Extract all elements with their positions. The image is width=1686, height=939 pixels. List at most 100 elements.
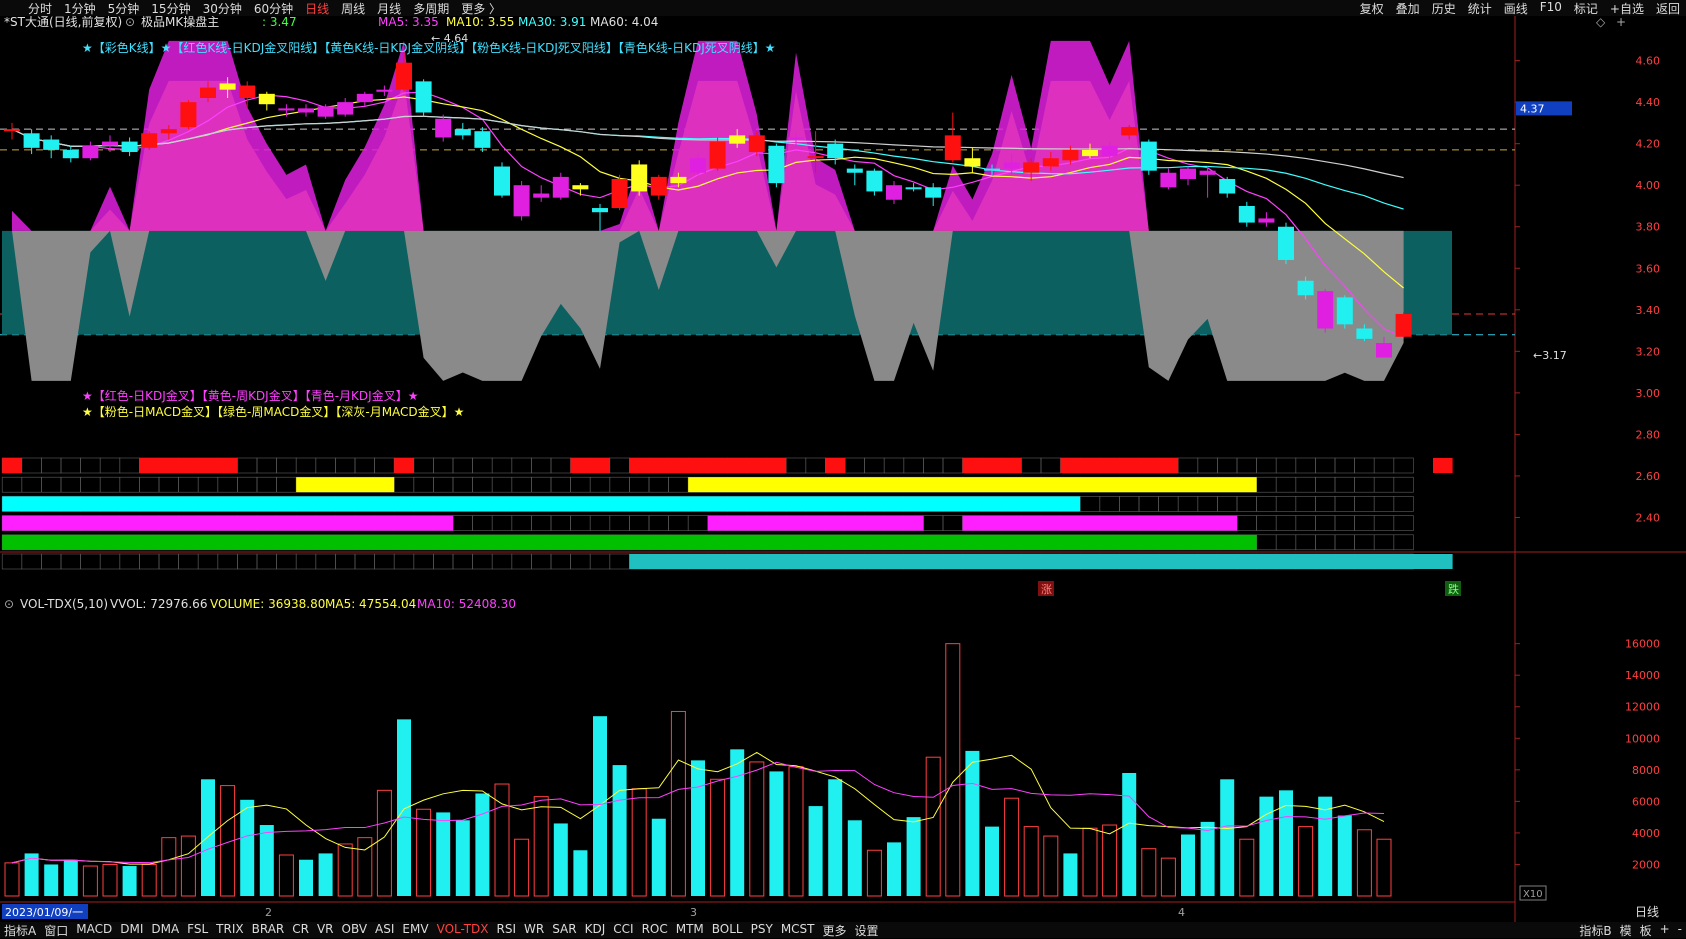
toolbar-button-3[interactable]: 统计 <box>1462 0 1498 17</box>
toolbar-button-1[interactable]: 叠加 <box>1390 0 1426 17</box>
candle <box>415 79 432 117</box>
macd-legend: ★【粉色-日MACD金叉】【绿色-周MACD金叉】【深灰-月MACD金叉】★ <box>82 404 464 419</box>
indicator-tab-12[interactable]: EMV <box>398 922 432 939</box>
signal-run <box>394 458 414 473</box>
bottom-button-2[interactable]: 板 <box>1636 922 1656 939</box>
indicator-value: : 3.47 <box>262 16 297 29</box>
bottom-button-4[interactable]: - <box>1674 922 1686 939</box>
candle <box>513 181 530 221</box>
indicator-tabbar: 指标A 窗口 MACD DMI DMA FSL TRIX BRAR CR VR OBV ASI EMV V… <box>0 922 1686 938</box>
indicator-tab-2[interactable]: MACD <box>72 922 116 939</box>
signal-run <box>1433 458 1453 473</box>
indicator-tab-24[interactable]: 更多 <box>819 922 851 939</box>
indicator-tab-0[interactable]: 指标A <box>0 922 40 939</box>
indicator-tab-22[interactable]: PSY <box>747 922 777 939</box>
indicator-tab-5[interactable]: FSL <box>183 922 212 939</box>
bottom-button-0[interactable]: 指标B <box>1575 922 1615 939</box>
candle-body <box>1160 172 1177 188</box>
signal-run <box>707 515 924 531</box>
indicator-tab-10[interactable]: OBV <box>338 922 372 939</box>
candle-body <box>964 158 981 167</box>
candle-body <box>278 108 295 111</box>
period-tab-8[interactable]: 月线 <box>371 0 407 17</box>
toolbar-button-5[interactable]: F10 <box>1534 0 1568 17</box>
indicator-tab-21[interactable]: BOLL <box>708 922 747 939</box>
toolbar-button-4[interactable]: 画线 <box>1498 0 1534 17</box>
period-tab-7[interactable]: 周线 <box>335 0 371 17</box>
price-label: 3.00 <box>1636 387 1661 400</box>
candle-body <box>1199 170 1216 175</box>
signal-row-4 <box>1 534 1414 551</box>
candle-body <box>435 118 452 138</box>
low-annotation: ←3.17 <box>1533 349 1567 362</box>
volume-bar <box>906 817 921 896</box>
price-label: 4.00 <box>1636 179 1661 192</box>
period-tab-5[interactable]: 60分钟 <box>248 0 299 17</box>
toolbar-button-6[interactable]: 标记 <box>1568 0 1604 17</box>
candle-body <box>141 133 158 148</box>
bottom-button-3[interactable]: + <box>1656 922 1674 939</box>
indicator-tab-20[interactable]: MTM <box>672 922 708 939</box>
volume-bar <box>455 820 470 896</box>
indicator-tab-19[interactable]: ROC <box>638 922 672 939</box>
indicator-tab-9[interactable]: VR <box>313 922 338 939</box>
period-tab-2[interactable]: 5分钟 <box>102 0 146 17</box>
indicator-tab-4[interactable]: DMA <box>147 922 183 939</box>
ma-label-1: MA10: 3.55 <box>446 16 514 29</box>
candle-body <box>1297 280 1314 296</box>
candle-body <box>729 135 746 144</box>
indicator-tab-16[interactable]: SAR <box>548 922 580 939</box>
indicator-tab-1[interactable]: 窗口 <box>40 922 72 939</box>
candle-body <box>1219 178 1236 194</box>
signal-run <box>570 458 610 473</box>
period-tab-6[interactable]: 日线 <box>299 0 335 17</box>
indicator-tab-23[interactable]: MCST <box>777 922 819 939</box>
period-tab-4[interactable]: 30分钟 <box>197 0 248 17</box>
period-toolbar: 分时 1分钟 5分钟 15分钟 30分钟 60分钟 日线 周线 月线 多周期 更多 〉 复权 叠加 历史… <box>0 0 1686 16</box>
toolbar-button-8[interactable]: 返回 <box>1650 0 1686 17</box>
indicator-tab-7[interactable]: BRAR <box>248 922 289 939</box>
candle-body <box>62 149 79 159</box>
period-tab-10[interactable]: 更多 〉 <box>455 0 507 17</box>
candle-body <box>788 137 804 140</box>
candle-body <box>1140 141 1157 171</box>
indicator-tab-13[interactable]: VOL-TDX <box>433 922 493 939</box>
candle-body <box>984 168 1000 171</box>
indicator-tab-14[interactable]: RSI <box>493 922 521 939</box>
chart-svg[interactable]: *ST大通(日线,前复权) ⊙ 极品MK操盘主: 3.47 MA5: 3.35 MA10… <box>0 14 1686 922</box>
signal-run <box>962 515 1237 531</box>
volume-bar <box>651 818 666 896</box>
indicator-tab-25[interactable]: 设置 <box>851 922 883 939</box>
signal-run <box>2 458 22 473</box>
candle-body <box>513 185 530 217</box>
bottom-button-1[interactable]: 模 <box>1616 922 1636 939</box>
price-label: 3.60 <box>1636 262 1661 275</box>
indicator-tab-15[interactable]: WR <box>520 922 548 939</box>
volume-bar <box>259 825 274 896</box>
candle-body <box>121 141 138 152</box>
candle-body <box>533 193 550 198</box>
volume-bar <box>1181 834 1195 896</box>
candle-body <box>23 133 40 148</box>
indicator-tab-18[interactable]: CCI <box>609 922 637 939</box>
candle-body <box>846 168 863 173</box>
period-tab-1[interactable]: 1分钟 <box>58 0 102 17</box>
period-tab-3[interactable]: 15分钟 <box>145 0 196 17</box>
period-tab-0[interactable]: 分时 <box>22 0 58 17</box>
indicator-tab-6[interactable]: TRIX <box>212 922 247 939</box>
toolbar-button-2[interactable]: 历史 <box>1426 0 1462 17</box>
indicator-tab-17[interactable]: KDJ <box>581 922 610 939</box>
indicator-tab-3[interactable]: DMI <box>116 922 147 939</box>
toolbar-button-0[interactable]: 复权 <box>1354 0 1390 17</box>
candle-body <box>925 187 942 198</box>
candle <box>631 160 648 196</box>
indicator-tab-8[interactable]: CR <box>288 922 313 939</box>
chart-area[interactable]: *ST大通(日线,前复权) ⊙ 极品MK操盘主: 3.47 MA5: 3.35 MA10… <box>0 14 1686 922</box>
toolbar-button-7[interactable]: +自选 <box>1604 0 1650 17</box>
indicator-tab-11[interactable]: ASI <box>371 922 398 939</box>
price-label: 4.60 <box>1636 55 1661 68</box>
signal-run <box>2 534 1257 550</box>
volume-bar <box>240 799 255 896</box>
period-tab-9[interactable]: 多周期 <box>407 0 455 17</box>
signal-run <box>1060 458 1179 473</box>
